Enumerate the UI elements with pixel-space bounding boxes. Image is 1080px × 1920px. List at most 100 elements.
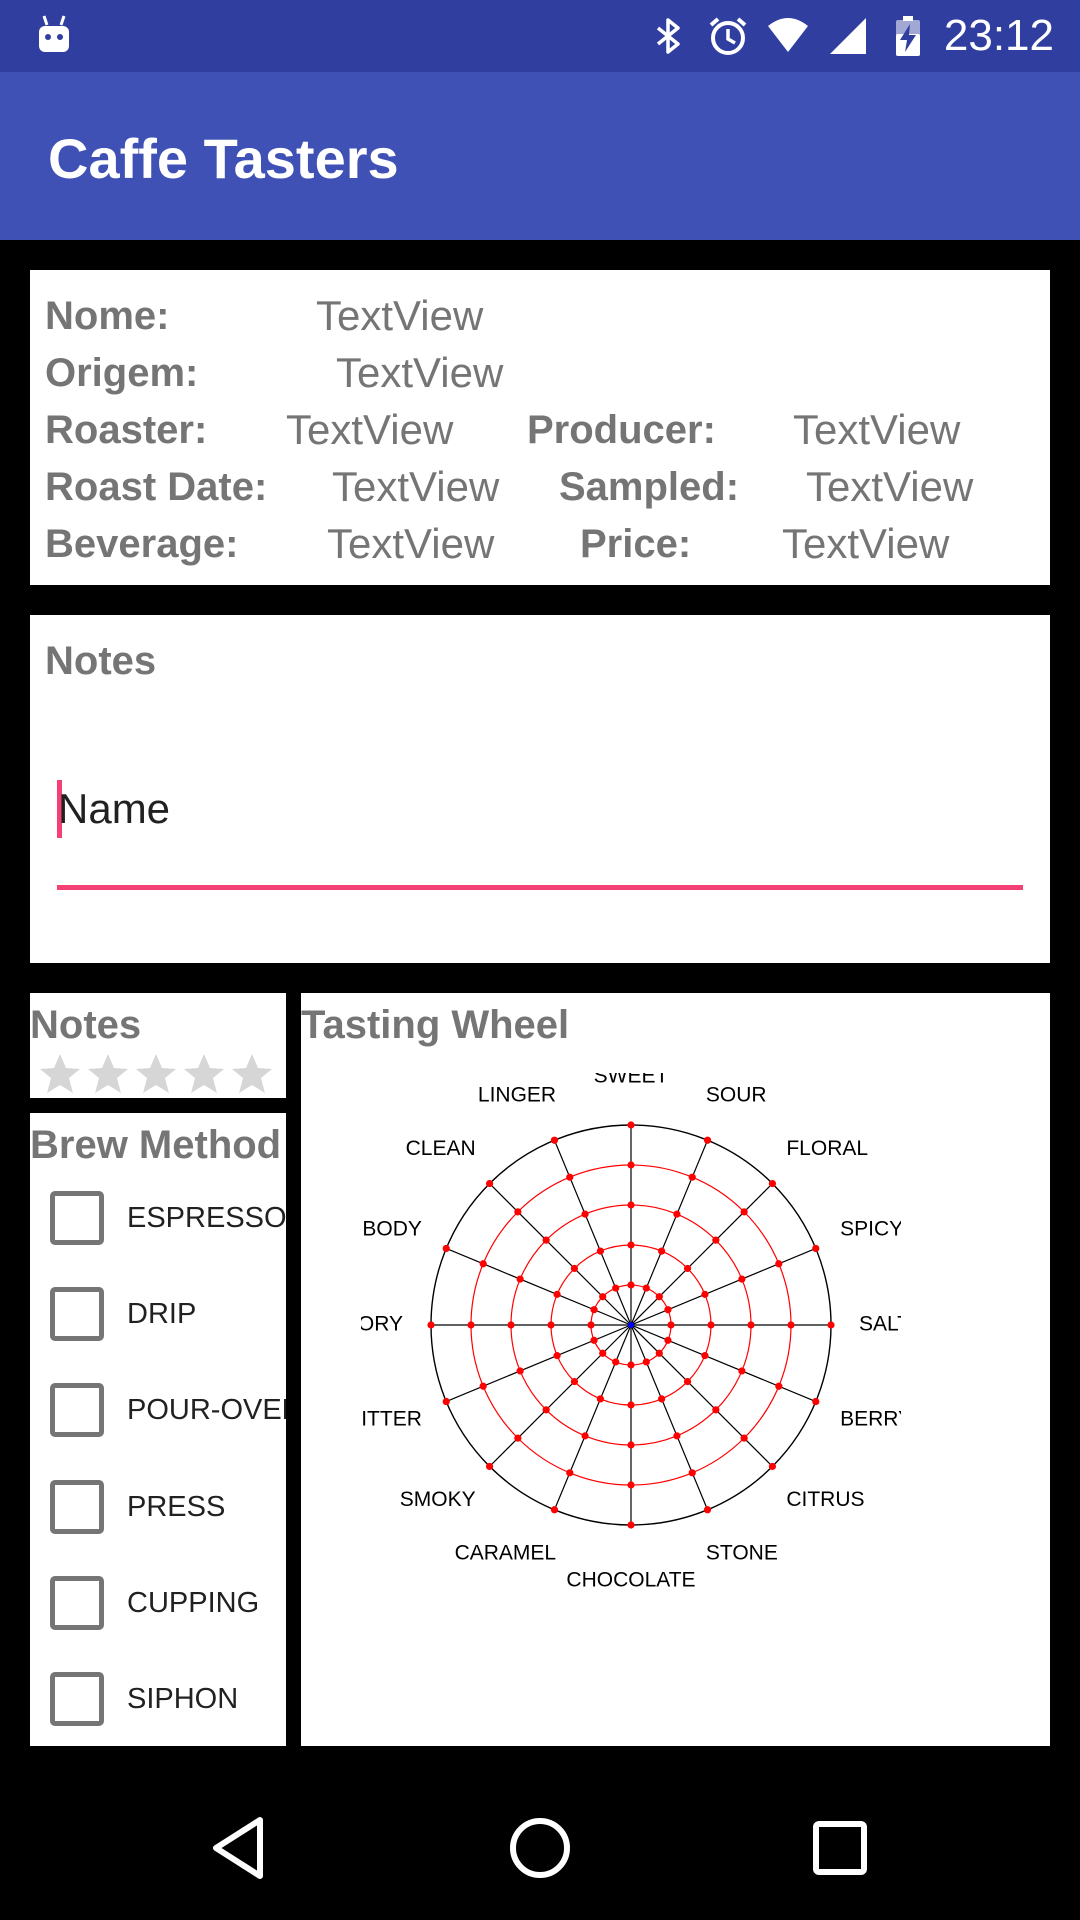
wheel-point [655, 1293, 663, 1301]
wheel-spoke [489, 1183, 632, 1326]
notes-title: Notes [45, 639, 157, 683]
wheel-point [553, 1352, 561, 1360]
sampled-value: TextView [806, 463, 974, 510]
wheel-point [667, 1321, 675, 1329]
brew-option-press[interactable]: PRESS [50, 1477, 225, 1537]
wheel-point [747, 1321, 755, 1329]
wheel-point [596, 1395, 604, 1403]
brew-method-card: Brew Method ESPRESSO DRIP POUR-OVER PRES… [30, 1113, 286, 1746]
wheel-point [775, 1382, 783, 1390]
checkbox[interactable] [50, 1480, 104, 1534]
star-icon[interactable] [180, 1050, 228, 1098]
wheel-point [627, 1201, 635, 1209]
notes-input-text: Name [58, 785, 171, 832]
wheel-label: STONE [706, 1542, 778, 1565]
wheel-point [812, 1397, 820, 1406]
wheel-label: BODY [362, 1218, 422, 1241]
wheel-point [812, 1244, 820, 1253]
wheel-label: SPICY [840, 1218, 901, 1241]
wheel-point [701, 1290, 709, 1298]
wheel-point [707, 1321, 715, 1329]
wheel-point [664, 1336, 672, 1344]
status-time: 23:12 [943, 11, 1054, 60]
star-icon[interactable] [132, 1050, 180, 1098]
wheel-spoke [630, 1247, 817, 1326]
wheel-point [590, 1306, 598, 1314]
wheel-point [514, 1208, 522, 1216]
wheel-label: BERRY [840, 1407, 901, 1430]
wheel-point [627, 1401, 635, 1409]
wheel-point [516, 1275, 524, 1283]
wheel-point [542, 1406, 550, 1414]
wheel-point [514, 1434, 522, 1442]
home-icon[interactable] [498, 1806, 582, 1890]
back-icon[interactable] [198, 1806, 282, 1890]
wheel-label: BITTER [361, 1407, 422, 1430]
wheel-point [703, 1136, 712, 1144]
wheel-point [627, 1361, 635, 1369]
tasting-wheel-title: Tasting Wheel [301, 1003, 570, 1047]
app-title: Caffe Tasters [48, 127, 399, 190]
notes-card: Notes Name [30, 615, 1050, 963]
wheel-point [599, 1293, 607, 1301]
wheel-point [599, 1349, 607, 1357]
wheel-point [627, 1281, 635, 1289]
wheel-point [581, 1432, 589, 1440]
checkbox[interactable] [50, 1287, 104, 1341]
brew-option-pour-over[interactable]: POUR-OVER [50, 1380, 286, 1440]
origem-label: Origem: [45, 351, 199, 395]
wheel-point [566, 1469, 574, 1477]
wheel-point [738, 1367, 746, 1375]
android-icon [39, 15, 69, 52]
wheel-point [740, 1434, 748, 1442]
star-icon[interactable] [84, 1050, 132, 1098]
checkbox[interactable] [50, 1576, 104, 1630]
wheel-spoke [630, 1183, 773, 1326]
brew-option-cupping[interactable]: CUPPING [50, 1573, 259, 1633]
star-icon[interactable] [228, 1050, 276, 1098]
wheel-point [467, 1321, 475, 1329]
notes-input[interactable]: Name [57, 780, 1023, 900]
bluetooth-icon [656, 18, 680, 54]
wheel-point [655, 1349, 663, 1357]
wheel-point [442, 1244, 450, 1253]
battery-charging-icon [895, 16, 920, 56]
producer-label: Producer: [527, 408, 716, 452]
wheel-point [550, 1506, 559, 1514]
price-value: TextView [782, 520, 950, 567]
wheel-spoke [553, 1139, 632, 1326]
price-label: Price: [580, 522, 692, 566]
checkbox[interactable] [50, 1191, 104, 1245]
beverage-label: Beverage: [45, 522, 239, 566]
wheel-spoke [630, 1324, 773, 1467]
star-icon[interactable] [36, 1050, 84, 1098]
wheel-point [587, 1321, 595, 1329]
wheel-label: SMOKY [400, 1488, 476, 1511]
brew-option-drip[interactable]: DRIP [50, 1284, 196, 1344]
brew-option-espresso[interactable]: ESPRESSO [50, 1188, 286, 1248]
coffee-info-card: Nome: TextView Origem: TextView Roaster:… [30, 270, 1050, 585]
brew-method-title: Brew Method [30, 1123, 282, 1167]
producer-value: TextView [793, 406, 961, 453]
wheel-spoke [489, 1324, 632, 1467]
beverage-value: TextView [327, 520, 495, 567]
tasting-wheel[interactable]: SWEET SOUR FLORAL SPICY SALTY BERRY CITRUS STON… [361, 1073, 901, 1613]
checkbox[interactable] [50, 1383, 104, 1437]
wheel-point [570, 1264, 579, 1273]
wheel-point [627, 1161, 635, 1169]
wheel-point [485, 1462, 494, 1471]
wheel-point [612, 1358, 620, 1366]
rating-bar[interactable] [36, 1050, 276, 1098]
brew-option-siphon[interactable]: SIPHON [50, 1669, 238, 1729]
wheel-label: SALTY [859, 1313, 901, 1336]
tasting-wheel-card: Tasting Wheel SWEET SOUR FLORAL SPICY SALTY B… [301, 993, 1050, 1746]
nome-label: Nome: [45, 294, 170, 338]
checkbox[interactable] [50, 1672, 104, 1726]
wheel-center [628, 1322, 634, 1328]
wheel-point [683, 1264, 692, 1273]
wheel-point [627, 1441, 635, 1449]
wheel-point [596, 1247, 604, 1255]
wheel-point [673, 1210, 681, 1218]
recents-icon[interactable] [798, 1806, 882, 1890]
wheel-spoke [553, 1324, 632, 1511]
